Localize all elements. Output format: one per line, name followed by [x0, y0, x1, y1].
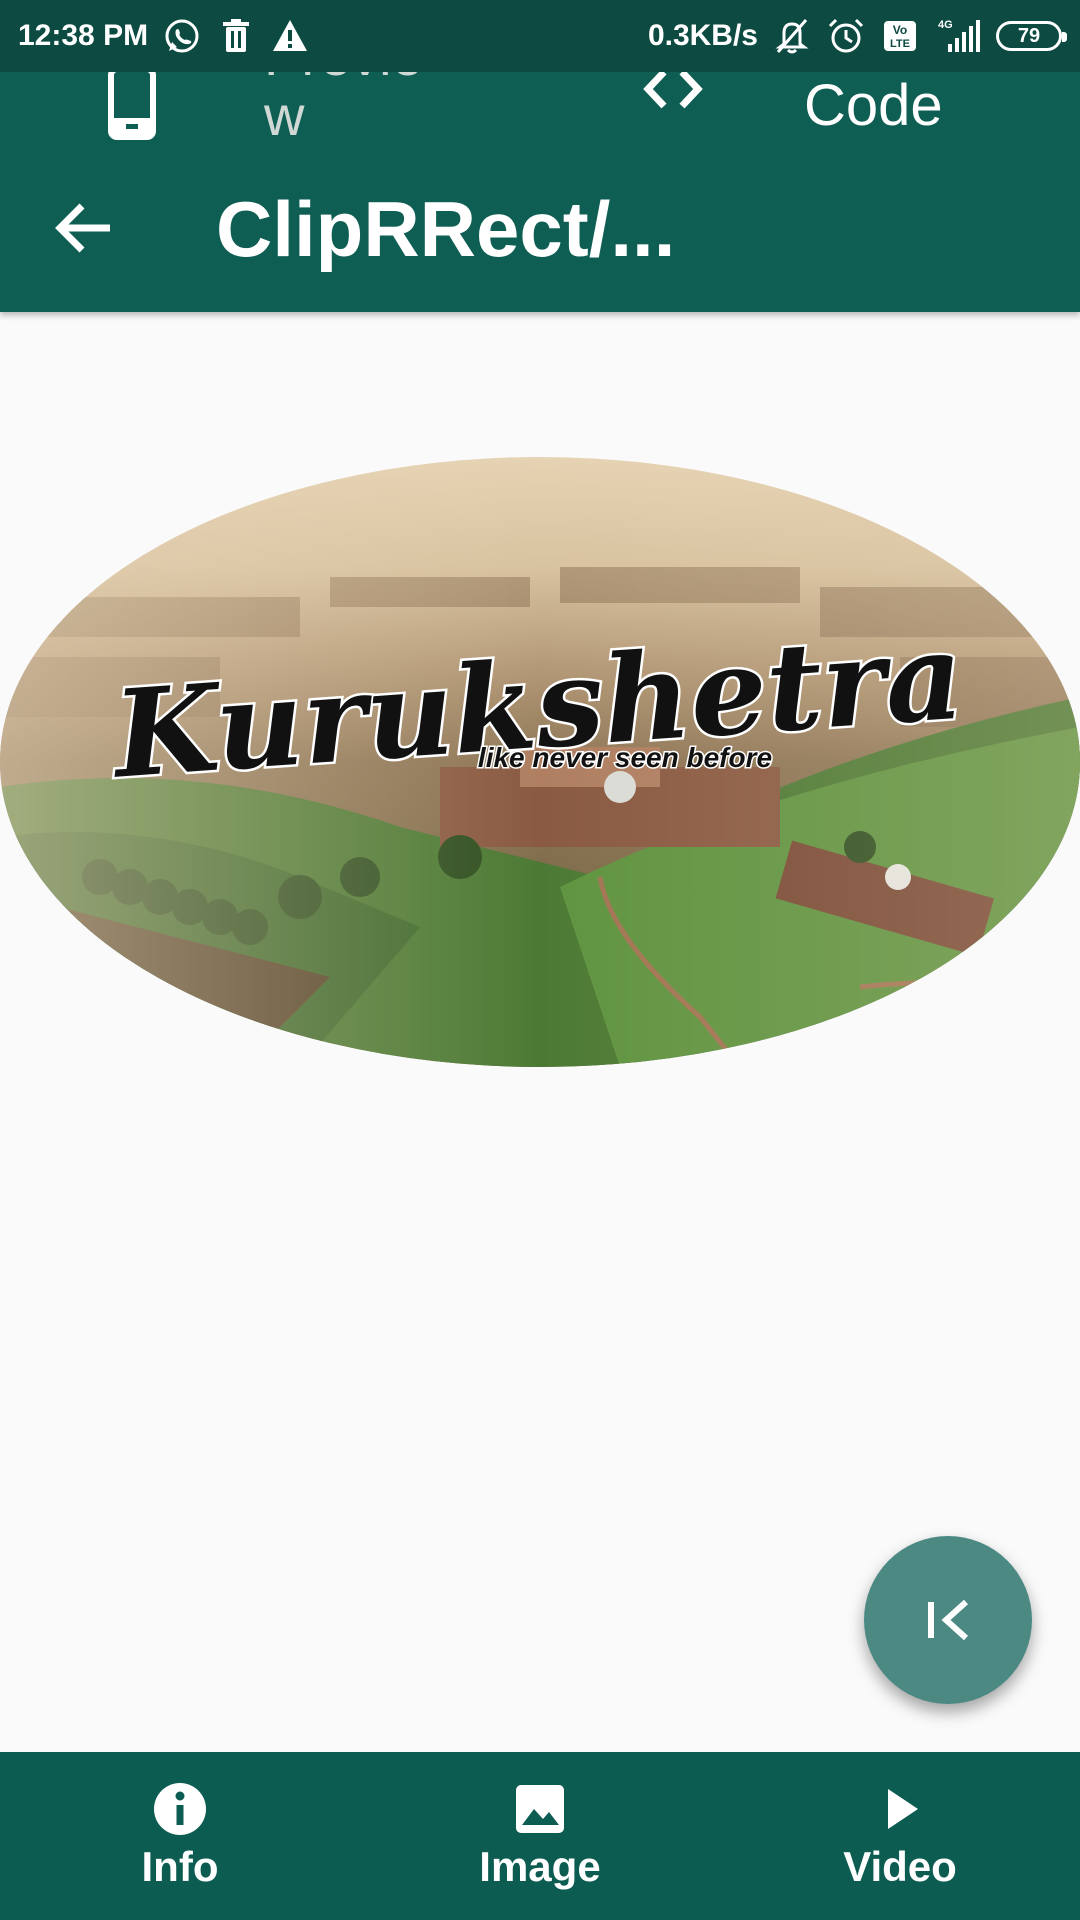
clipped-image: Kurukshetra like never seen before [0, 457, 1080, 1067]
arrow-back-icon[interactable] [52, 196, 116, 260]
network-type: 4G [938, 19, 953, 31]
bottom-navigation: Info Image Video [0, 1752, 1080, 1920]
svg-text:LTE: LTE [890, 38, 910, 50]
kurukshetra-aerial-image: Kurukshetra like never seen before [0, 457, 1080, 1067]
volte-icon: Vo LTE [884, 21, 916, 51]
preview-code-tabs: Preview Code [0, 26, 1080, 146]
network-speed: 0.3KB/s [647, 19, 758, 52]
status-bar: 12:38 PM 0.3KB/s Vo LTE 4G 79 [0, 0, 1080, 72]
signal-icon: 4G [938, 19, 980, 52]
svg-text:Vo: Vo [893, 23, 907, 37]
mute-icon [775, 19, 809, 54]
image-tagline: like never seen before [478, 742, 772, 773]
trash-icon [223, 19, 250, 52]
skip-previous-icon [928, 1599, 969, 1641]
nav-item-video[interactable]: Video [720, 1752, 1080, 1920]
app-bar: ClipRRect/... [0, 144, 1080, 312]
play-icon [888, 1789, 918, 1829]
battery-icon: 79 [996, 21, 1067, 51]
status-time: 12:38 PM [18, 19, 149, 52]
nav-item-image[interactable]: Image [360, 1752, 720, 1920]
nav-label-image: Image [479, 1843, 601, 1890]
battery-level: 79 [1017, 24, 1041, 47]
page-title: ClipRRect/... [216, 185, 676, 273]
alarm-icon [828, 18, 864, 53]
nav-label-info: Info [141, 1843, 219, 1890]
image-icon [516, 1785, 564, 1833]
tab-code[interactable]: Code [804, 72, 943, 139]
skip-previous-button[interactable] [864, 1536, 1032, 1704]
nav-item-info[interactable]: Info [0, 1752, 360, 1920]
nav-label-video: Video [843, 1843, 957, 1890]
phone-icon[interactable] [108, 66, 156, 140]
info-icon [154, 1783, 206, 1835]
warning-icon [273, 20, 308, 51]
whatsapp-icon [165, 19, 199, 53]
